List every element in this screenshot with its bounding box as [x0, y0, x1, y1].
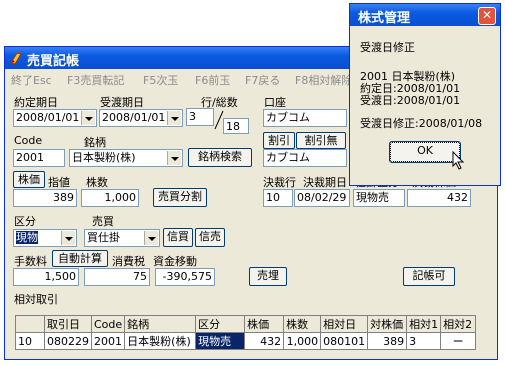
column-header[interactable]: 相対2 [440, 315, 477, 333]
column-header[interactable]: 株価 [244, 315, 285, 333]
code-input[interactable]: 2001 [13, 149, 65, 167]
chevron-down-icon[interactable] [81, 111, 95, 125]
kessai-gyo-label: 決裁行 [263, 176, 296, 189]
kessai-kijitsu-input[interactable]: 08/02/29 [294, 189, 350, 207]
table-cell[interactable]: 3 [406, 332, 442, 350]
column-header[interactable]: 取引日 [44, 315, 92, 333]
dialog-titlebar[interactable]: 株式管理 ✕ [350, 4, 500, 26]
ukewatashi-select[interactable]: 2008/01/01 [99, 109, 183, 127]
dialog-line-4: 受渡日修正:2008/01/08 [360, 117, 483, 130]
cursor-icon [452, 151, 465, 170]
menu-f6-prev[interactable]: F6前玉 [195, 72, 230, 88]
chevron-down-icon[interactable] [144, 231, 158, 245]
koza-label: 口座 [264, 96, 286, 109]
kabusu-input[interactable]: 1,000 [81, 189, 139, 207]
column-header[interactable]: 株数 [283, 315, 322, 333]
table-cell[interactable]: 432 [244, 332, 285, 350]
meigara-value: 日本製粉(株) [72, 151, 136, 164]
menu-f7-back[interactable]: F7戻る [245, 72, 280, 88]
chevron-down-icon[interactable] [167, 151, 181, 165]
trade-table: 取引日 Code 銘柄 区分 株価 株数 相対日 対株価 相対1 相対2 10 … [15, 315, 477, 350]
meigara-select[interactable]: 日本製粉(株) [69, 149, 183, 167]
menu-f8-release[interactable]: F8相対解除 [295, 72, 352, 88]
ukewatashi-value: 2008/01/01 [102, 111, 166, 124]
baibai-label: 売買 [92, 215, 114, 228]
ukewatashi-label: 受渡期日 [100, 96, 144, 109]
baikyaku-button[interactable]: 売埋 [249, 267, 287, 286]
jido-keisan-button[interactable]: 自動計算 [52, 250, 108, 267]
table-header-row: 取引日 Code 銘柄 区分 株価 株数 相対日 対株価 相対1 相対2 [15, 315, 477, 333]
column-header[interactable]: 区分 [195, 315, 246, 333]
bunkatsu-button[interactable]: 売買分割 [153, 188, 207, 207]
kubun-label: 区分 [14, 215, 36, 228]
yakujo-value: 2008/01/01 [16, 111, 80, 124]
sousu-input[interactable]: 18 [223, 118, 249, 134]
column-header[interactable]: 対株価 [367, 315, 408, 333]
koza-select[interactable]: カブコム [263, 109, 347, 127]
table-row[interactable]: 10 080229 2001 日本製粉(株) 現物売 432 1,000 080… [15, 332, 477, 350]
message-dialog: 株式管理 ✕ 受渡日修正 2001 日本製粉(株) 約定日:2008/01/01… [349, 3, 501, 186]
koza2-input[interactable]: カブコム [263, 149, 347, 167]
kabuka-input[interactable]: 389 [13, 189, 77, 207]
table-cell[interactable]: 日本製粉(株) [124, 332, 197, 350]
column-header[interactable]: 相対日 [320, 315, 369, 333]
tesuryo-input[interactable]: 1,500 [13, 268, 79, 286]
menu-f5-next[interactable]: F5次玉 [143, 72, 178, 88]
menu-exit[interactable]: 終了Esc [11, 72, 52, 88]
table-cell[interactable]: 現物売 [195, 332, 246, 350]
baibai-value: 買仕掛 [87, 231, 120, 244]
kessai-gyo-input[interactable]: 10 [263, 189, 293, 207]
yakujo-select[interactable]: 2008/01/01 [13, 109, 97, 127]
meigara-label: 銘柄 [84, 136, 106, 149]
table-cell[interactable]: 389 [367, 332, 408, 350]
kabusu-label: 株数 [86, 176, 108, 189]
shohizei-input[interactable]: 75 [84, 268, 150, 286]
sashine-label: 指値 [48, 176, 70, 189]
table-cell[interactable]: 1,000 [283, 332, 322, 350]
shiwake-input[interactable]: 現物売 [353, 189, 405, 207]
column-header[interactable] [15, 315, 45, 333]
meigara-search-button[interactable]: 銘柄検索 [188, 148, 252, 167]
shikin-input[interactable]: -390,575 [155, 268, 215, 286]
kabuka-button[interactable]: 株価 [13, 171, 45, 188]
table-cell[interactable]: ー [440, 332, 477, 350]
column-header[interactable]: 相対1 [406, 315, 442, 333]
shingai-button[interactable]: 信買 [163, 228, 193, 247]
app-icon [10, 52, 22, 65]
kessai-kabuka-input[interactable]: 432 [407, 189, 471, 207]
chevron-down-icon[interactable] [61, 231, 75, 245]
column-header[interactable]: 銘柄 [124, 315, 197, 333]
baibai-select[interactable]: 買仕掛 [84, 229, 160, 247]
kubun-value: 現物 [16, 231, 38, 244]
code-label: Code [14, 134, 43, 147]
shikin-label: 資金移動 [153, 255, 197, 268]
gyo-input[interactable]: 3 [186, 108, 214, 126]
waribiki-nashi-button[interactable]: 割引無 [296, 132, 346, 149]
ok-button[interactable]: OK [389, 141, 461, 163]
shohizei-label: 消費税 [112, 255, 145, 268]
dialog-heading: 受渡日修正 [360, 41, 415, 54]
close-icon[interactable]: ✕ [478, 7, 496, 25]
koza-value: カブコム [266, 111, 310, 124]
kubun-select[interactable]: 現物 [13, 229, 77, 247]
table-cell[interactable]: 10 [15, 332, 45, 350]
waribiki-button[interactable]: 割引 [263, 132, 295, 149]
yakujo-label: 約定期日 [14, 96, 58, 109]
table-cell[interactable]: 2001 [90, 332, 126, 350]
table-cell[interactable]: 080229 [44, 332, 92, 350]
soutai-label: 相対取引 [14, 293, 58, 306]
dialog-line-3: 受渡日:2008/01/01 [360, 94, 461, 107]
dialog-title: 株式管理 [358, 11, 411, 26]
main-title: 売買記帳 [27, 54, 80, 69]
tesuryo-label: 手数料 [14, 255, 47, 268]
kicho-button[interactable]: 記帳可 [403, 267, 455, 286]
chevron-down-icon[interactable] [167, 111, 181, 125]
kessai-kijitsu-label: 決裁期日 [303, 176, 347, 189]
column-header[interactable]: Code [90, 315, 126, 333]
shinbai-button[interactable]: 信売 [195, 228, 225, 247]
menu-f3-transfer[interactable]: F3売買転記 [67, 72, 124, 88]
table-cell[interactable]: 080101 [320, 332, 369, 350]
